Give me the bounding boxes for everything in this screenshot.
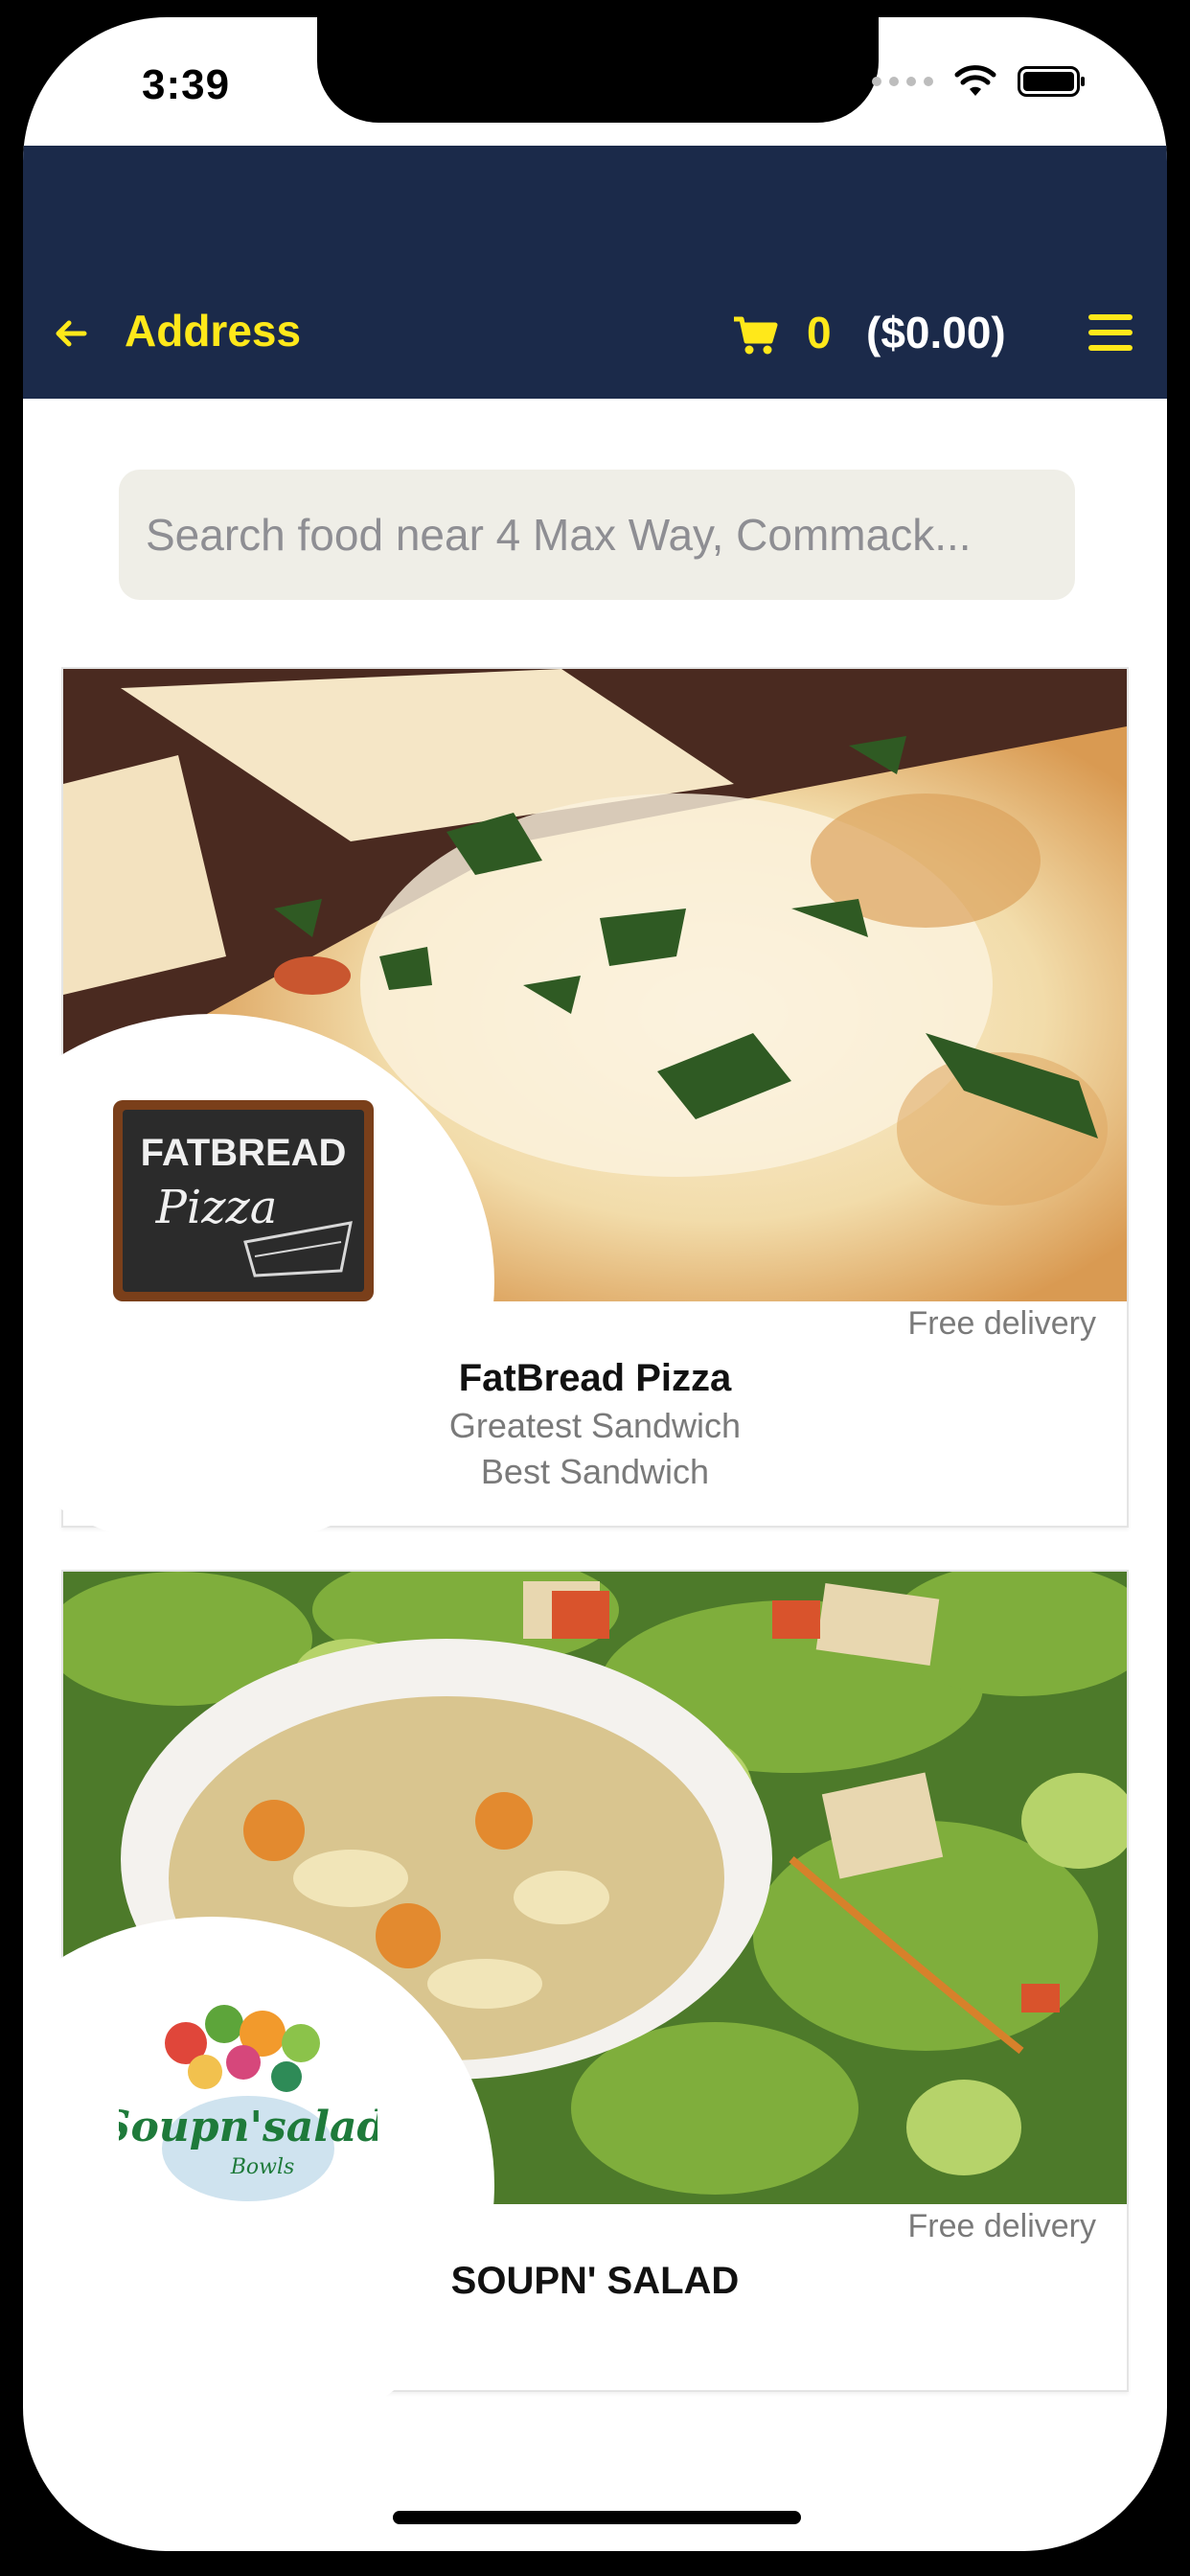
home-indicator[interactable] — [393, 2511, 801, 2524]
delivery-label: Free delivery — [907, 2208, 1096, 2244]
fatbread-pizza-logo: FATBREAD Pizza — [111, 1098, 376, 1308]
soupn-salad-logo: Soupn'salad Bowls — [101, 1986, 386, 2211]
device-notch — [317, 17, 879, 123]
shopping-cart-icon[interactable] — [732, 314, 778, 356]
svg-text:FATBREAD: FATBREAD — [141, 1132, 347, 1174]
cellular-signal-icon — [872, 77, 933, 86]
restaurant-tag: Best Sandwich — [480, 1452, 710, 1491]
svg-text:Pizza: Pizza — [155, 1181, 278, 1234]
svg-text:Bowls: Bowls — [230, 2155, 295, 2179]
wifi-icon — [954, 65, 996, 98]
cart-count[interactable]: 0 — [807, 307, 832, 358]
arrow-left-icon[interactable] — [52, 314, 90, 353]
restaurant-name: FatBread Pizza — [458, 1357, 732, 1399]
phone-screen: 3:39 Address 0 ($0.00) Search food near … — [23, 17, 1167, 2551]
cart-total[interactable]: ($0.00) — [866, 307, 1006, 358]
hamburger-menu-icon[interactable] — [1088, 314, 1133, 353]
restaurant-tag: Greatest Sandwich — [448, 1406, 742, 1445]
restaurant-card-fatbread-pizza[interactable]: FATBREAD Pizza Free delivery FatBread Pi… — [23, 667, 1129, 1551]
page-title[interactable]: Address — [125, 305, 301, 356]
restaurant-card-soupn-salad[interactable]: Soupn'salad Bowls Free delivery SOUPN' S… — [23, 1570, 1129, 2453]
status-time: 3:39 — [142, 61, 231, 108]
restaurant-name: SOUPN' SALAD — [450, 2260, 740, 2302]
app-header: Address 0 ($0.00) — [23, 146, 1167, 399]
battery-icon — [1018, 65, 1087, 98]
search-input[interactable] — [119, 470, 1075, 600]
delivery-label: Free delivery — [907, 1305, 1096, 1342]
svg-text:Soupn'salad: Soupn'salad — [119, 2103, 378, 2151]
status-icons — [872, 65, 1087, 98]
